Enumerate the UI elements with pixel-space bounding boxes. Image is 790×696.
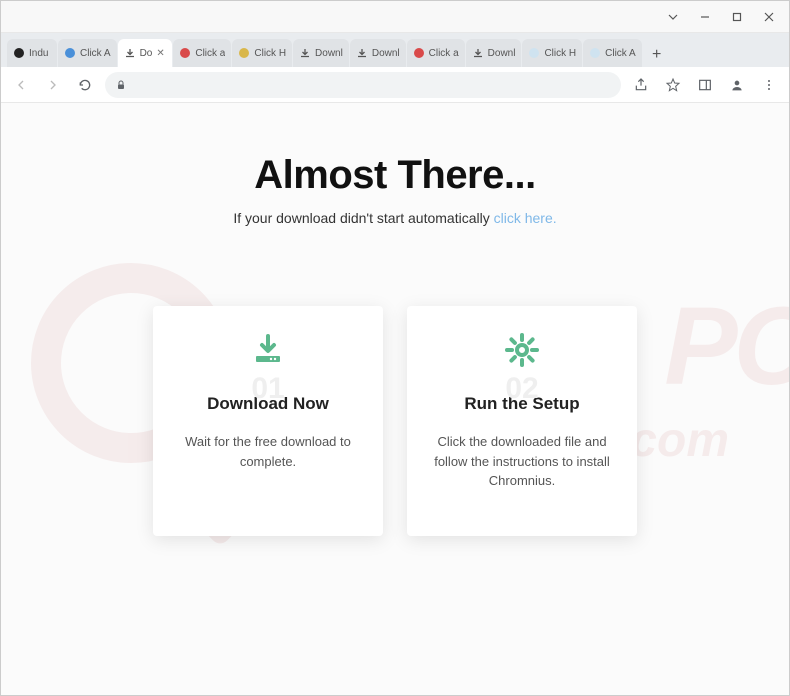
browser-tab[interactable]: Indu <box>7 39 57 67</box>
tab-favicon <box>64 47 76 59</box>
content-area: Almost There... If your download didn't … <box>1 103 789 536</box>
browser-tab[interactable]: Downl <box>466 39 522 67</box>
page-content: PC risk.com Almost There... If your down… <box>1 103 789 695</box>
tab-favicon <box>299 47 311 59</box>
caret-down-button[interactable] <box>657 3 689 31</box>
card-number: 02 <box>505 372 538 406</box>
cards-row: 01 Download Now Wait for the free downlo… <box>41 306 749 536</box>
browser-tab[interactable]: Click H <box>522 39 582 67</box>
tab-label: Click a <box>429 48 459 59</box>
browser-tab[interactable]: Click H <box>232 39 292 67</box>
tab-label: Click H <box>254 48 286 59</box>
browser-window: Indu Click A Do✕ Click a Click H Downl Downl Cl… <box>0 0 790 696</box>
card-desc: Wait for the free download to complete. <box>171 432 365 471</box>
share-button[interactable] <box>629 73 653 97</box>
tab-favicon <box>413 47 425 59</box>
browser-tab[interactable]: Downl <box>293 39 349 67</box>
panel-button[interactable] <box>693 73 717 97</box>
tab-label: Click A <box>80 48 111 59</box>
tab-label: Click A <box>605 48 636 59</box>
tab-label: Downl <box>488 48 516 59</box>
new-tab-button[interactable]: + <box>645 43 669 67</box>
bookmark-button[interactable] <box>661 73 685 97</box>
card-run-setup: 02 Run the Setup Click the downloaded fi… <box>407 306 637 536</box>
window-titlebar <box>1 1 789 33</box>
browser-tab[interactable]: Click A <box>583 39 642 67</box>
tab-favicon <box>238 47 250 59</box>
browser-tab[interactable]: Click a <box>407 39 465 67</box>
browser-tab[interactable]: Click a <box>173 39 231 67</box>
maximize-button[interactable] <box>721 3 753 31</box>
omnibox[interactable] <box>105 72 621 98</box>
card-desc: Click the downloaded file and follow the… <box>425 432 619 491</box>
address-bar <box>1 67 789 103</box>
tab-favicon <box>124 47 136 59</box>
tab-favicon <box>528 47 540 59</box>
reload-button[interactable] <box>73 73 97 97</box>
tab-favicon <box>356 47 368 59</box>
tab-label: Downl <box>315 48 343 59</box>
back-button[interactable] <box>9 73 33 97</box>
lock-icon <box>115 79 127 91</box>
page-subtitle: If your download didn't start automatica… <box>41 210 749 226</box>
tab-label: Click a <box>195 48 225 59</box>
download-icon <box>250 330 286 370</box>
tab-favicon <box>13 47 25 59</box>
profile-button[interactable] <box>725 73 749 97</box>
tab-favicon <box>472 47 484 59</box>
gear-icon <box>504 330 540 370</box>
close-button[interactable] <box>753 3 785 31</box>
tab-label: Click H <box>544 48 576 59</box>
tab-favicon <box>179 47 191 59</box>
tab-favicon <box>589 47 601 59</box>
page-title: Almost There... <box>41 153 749 198</box>
close-icon[interactable]: ✕ <box>156 48 166 58</box>
card-number: 01 <box>251 372 284 406</box>
subtitle-text: If your download didn't start automatica… <box>233 210 493 226</box>
browser-tab[interactable]: Click A <box>58 39 117 67</box>
tab-label: Do <box>140 48 153 59</box>
forward-button[interactable] <box>41 73 65 97</box>
click-here-link[interactable]: click here. <box>494 210 557 226</box>
minimize-button[interactable] <box>689 3 721 31</box>
tab-bar: Indu Click A Do✕ Click a Click H Downl Downl Cl… <box>1 33 789 67</box>
card-download: 01 Download Now Wait for the free downlo… <box>153 306 383 536</box>
tab-label: Downl <box>372 48 400 59</box>
menu-button[interactable] <box>757 73 781 97</box>
browser-tab[interactable]: Downl <box>350 39 406 67</box>
tab-label: Indu <box>29 48 51 59</box>
browser-tab[interactable]: Do✕ <box>118 39 173 67</box>
